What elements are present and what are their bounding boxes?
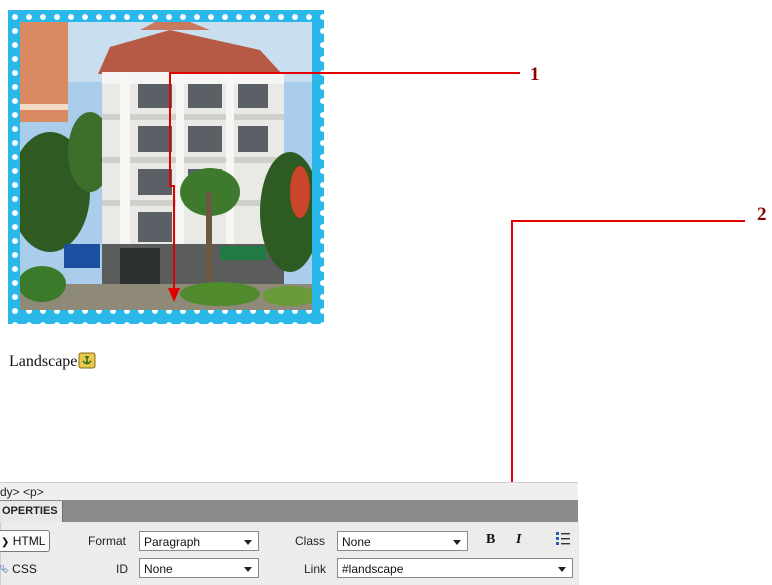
html-mode-label: HTML <box>12 534 46 548</box>
id-select[interactable]: None <box>139 558 259 578</box>
link-input[interactable]: #landscape <box>337 558 573 578</box>
bold-button[interactable]: B <box>486 532 495 548</box>
chevron-down-icon <box>244 567 252 572</box>
id-label: ID <box>116 562 128 576</box>
class-value: None <box>342 535 371 549</box>
class-label: Class <box>295 534 326 548</box>
class-select[interactable]: None <box>337 531 468 551</box>
tag-selector-path[interactable]: dy> <p> <box>0 485 44 499</box>
tag-selector-bar: dy> <p> <box>0 482 578 501</box>
callout-1-line <box>169 72 520 292</box>
callout-1-number: 1 <box>530 64 540 85</box>
callout-2-number: 2 <box>757 204 767 225</box>
html-mode-button[interactable]: ❯ HTML <box>0 530 50 552</box>
tab-properties[interactable]: OPERTIES <box>0 501 63 522</box>
chevron-down-icon <box>453 540 461 545</box>
format-label: Format <box>88 534 127 548</box>
chevron-down-icon <box>558 567 566 572</box>
chevron-down-icon <box>244 540 252 545</box>
css-icon: ⮱ <box>0 564 9 576</box>
id-value: None <box>144 562 173 576</box>
css-mode-button[interactable]: ⮱ CSS <box>0 562 37 577</box>
link-label: Link <box>304 562 327 576</box>
unordered-list-icon[interactable] <box>556 531 570 545</box>
format-value: Paragraph <box>144 535 201 549</box>
italic-button[interactable]: I <box>516 532 521 548</box>
format-select[interactable]: Paragraph <box>139 531 259 551</box>
properties-tab-bar <box>0 500 578 522</box>
html-chevron-icon: ❯ <box>1 537 10 548</box>
link-value: #landscape <box>342 562 404 576</box>
css-mode-label: CSS <box>12 562 37 576</box>
callout-1-arrowhead <box>168 288 180 302</box>
